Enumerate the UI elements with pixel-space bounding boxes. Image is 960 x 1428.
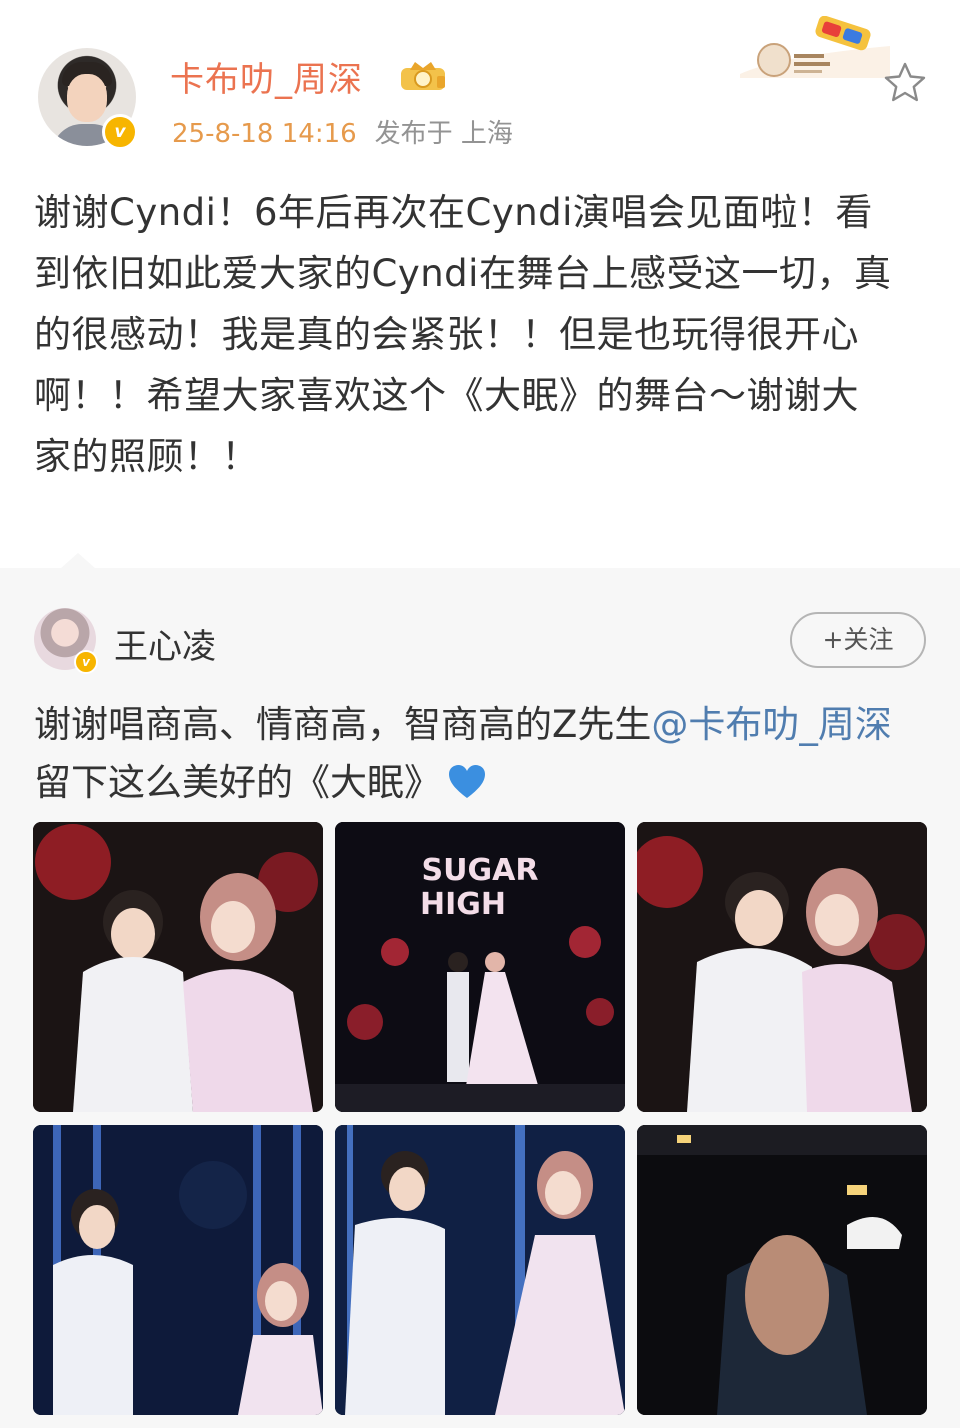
mention-link[interactable]: @卡布叻_周深 — [651, 703, 892, 746]
repost-text-before: 谢谢唱商高、情商高，智商高的Z先生 — [34, 703, 652, 746]
photo-2[interactable]: SUGAR HIGH — [335, 822, 625, 1112]
post-time: 25-8-18 14:16 — [172, 119, 357, 149]
post-content: 谢谢Cyndi！6年后再次在Cyndi演唱会见面啦！看到依旧如此爱大家的Cynd… — [34, 191, 892, 478]
post-meta: 25-8-18 14:16 发布于 上海 — [172, 113, 513, 150]
svg-text:HIGH: HIGH — [420, 887, 506, 922]
photo-4[interactable] — [33, 1125, 323, 1415]
repost-content: 谢谢唱商高、情商高，智商高的Z先生@卡布叻_周深 留下这么美好的《大眠》 — [34, 696, 934, 812]
post-location: 发布于 上海 — [374, 119, 513, 149]
vip-crown-icon — [401, 62, 445, 90]
photo-6[interactable] — [637, 1125, 927, 1415]
repost-pointer — [60, 553, 96, 569]
verified-badge-icon: v — [102, 114, 138, 150]
favorite-star-icon[interactable] — [882, 60, 928, 106]
event-badge-icon — [740, 16, 890, 78]
photo-1[interactable] — [33, 822, 323, 1112]
follow-button[interactable]: +关注 — [790, 612, 926, 668]
photo-3[interactable] — [637, 822, 927, 1112]
repost-verified-badge-icon: v — [74, 650, 98, 674]
svg-text:SUGAR: SUGAR — [422, 853, 539, 888]
blue-heart-icon — [449, 765, 485, 798]
post-author-name[interactable]: 卡布叻_周深 — [170, 52, 363, 101]
repost-author-name[interactable]: 王心凌 — [114, 619, 216, 668]
photo-5[interactable] — [335, 1125, 625, 1415]
repost-text-after: 留下这么美好的《大眠》 — [34, 761, 441, 804]
